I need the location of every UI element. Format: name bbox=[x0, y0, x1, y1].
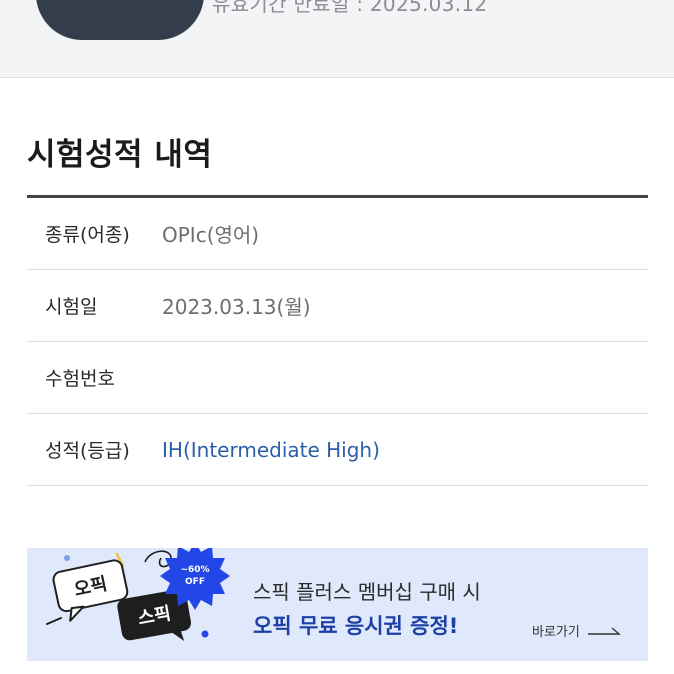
row-label: 성적(등급) bbox=[45, 440, 130, 462]
dash-decoration bbox=[46, 617, 62, 625]
banner-headline: 스픽 플러스 멤버십 구매 시 bbox=[253, 580, 481, 604]
row-label: 시험일 bbox=[45, 296, 98, 318]
profile-card-shape bbox=[36, 0, 204, 40]
shortcut-link[interactable]: 바로가기 bbox=[532, 621, 622, 640]
top-band: 유효기간 만료일 : 2025.03.12 bbox=[0, 0, 674, 78]
row-value: OPIc(영어) bbox=[162, 223, 260, 247]
discount-percent: ~60% bbox=[180, 565, 209, 575]
table-row-test-date: 시험일 2023.03.13(월) bbox=[27, 270, 648, 342]
page-title: 시험성적 내역 bbox=[27, 137, 213, 173]
table-row-exam-number: 수험번호 bbox=[27, 342, 648, 414]
expiry-date-text: 유효기간 만료일 : 2025.03.12 bbox=[212, 0, 488, 16]
discount-off: OFF bbox=[185, 577, 205, 587]
promo-banner[interactable]: 오픽 스픽 ~60% OFF 스픽 플러스 멤버십 구매 시 오픽 무료 응시권… bbox=[27, 548, 648, 661]
row-value: IH(Intermediate High) bbox=[162, 437, 380, 462]
shortcut-link-label: 바로가기 bbox=[532, 625, 580, 640]
arrow-right-icon bbox=[587, 626, 621, 635]
table-row-grade: 성적(등급) IH(Intermediate High) bbox=[27, 414, 648, 486]
row-label: 수험번호 bbox=[45, 368, 115, 390]
row-label: 종류(어종) bbox=[45, 224, 130, 246]
dot-decoration bbox=[201, 630, 209, 638]
dot-decoration bbox=[64, 555, 70, 561]
banner-illustration: 오픽 스픽 ~60% OFF bbox=[46, 548, 230, 641]
banner-offer: 오픽 무료 응시권 증정! bbox=[253, 614, 459, 638]
table-row-test-type: 종류(어종) OPIc(영어) bbox=[27, 198, 648, 270]
row-value: 2023.03.13(월) bbox=[162, 295, 311, 319]
score-table: 종류(어종) OPIc(영어) 시험일 2023.03.13(월) 수험번호 성… bbox=[27, 195, 648, 486]
